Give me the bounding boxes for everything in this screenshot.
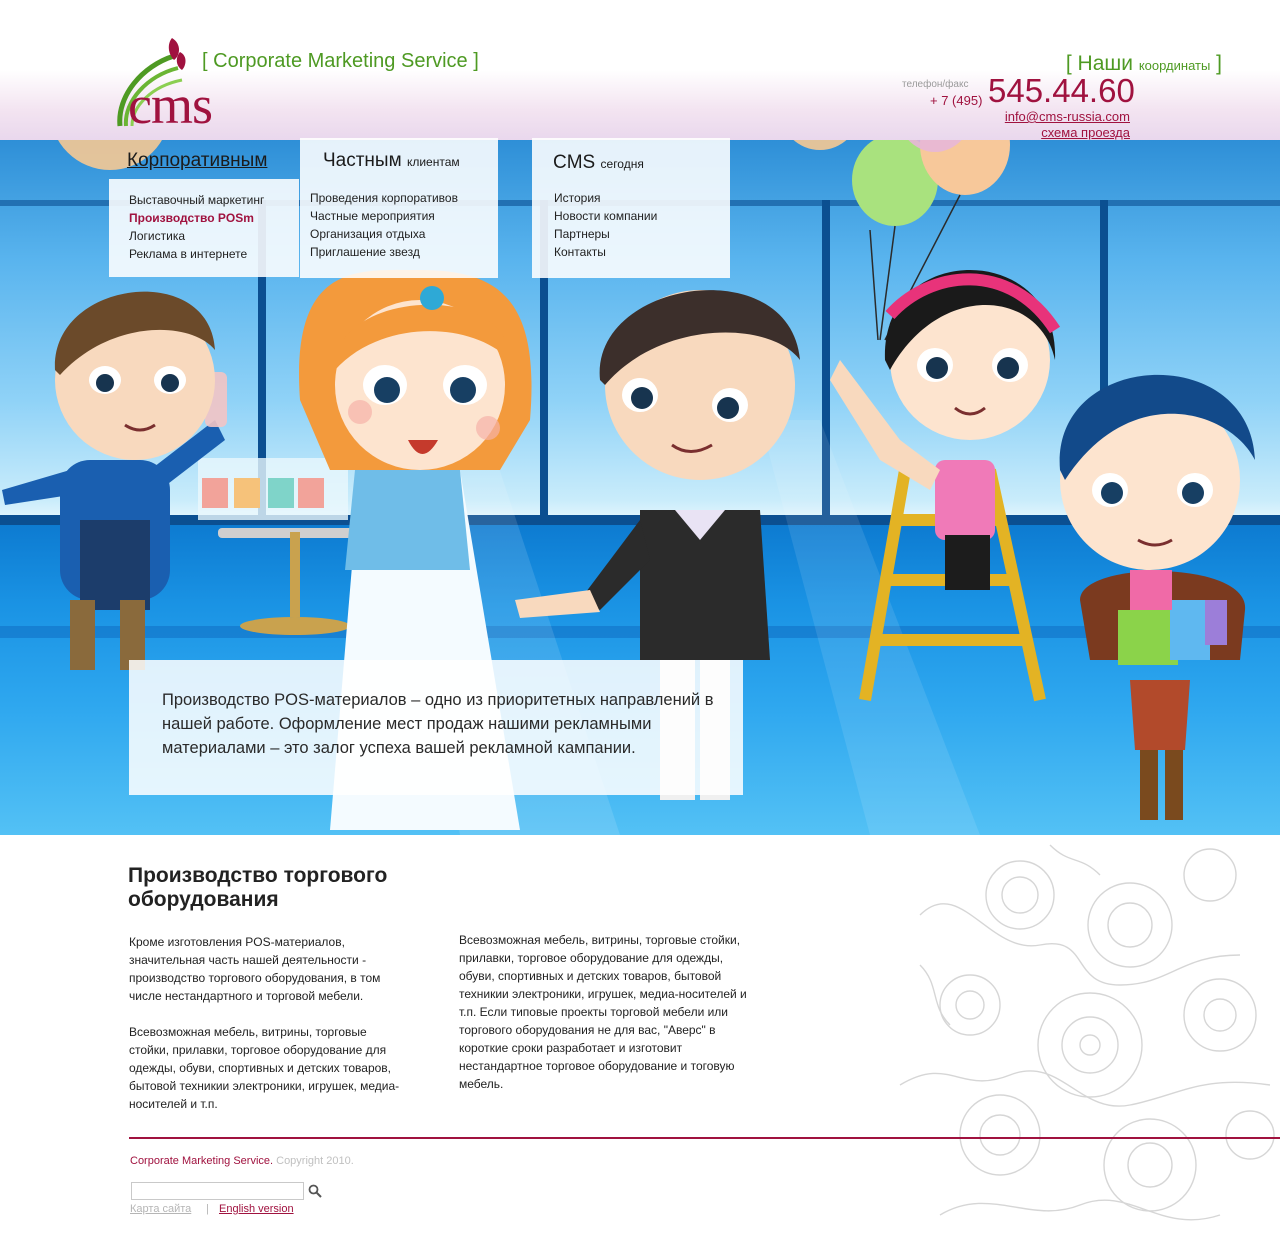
copyright-company: Corporate Marketing Service. <box>130 1155 274 1167</box>
waiter-character <box>2 291 227 670</box>
nav-item-leisure[interactable]: Организация отдыха <box>310 225 458 243</box>
content-right-column: Всевозможная мебель, витрины, торговые с… <box>459 931 749 1093</box>
content-left-column: Кроме изготовления POS-материалов, значи… <box>129 933 409 1113</box>
footer-divider <box>129 1137 1280 1139</box>
nav-cms-list: История Новости компании Партнеры Контак… <box>554 189 657 261</box>
search-input[interactable] <box>131 1182 304 1200</box>
page-title: Производство торгового оборудования <box>128 864 388 911</box>
nav-item-partners[interactable]: Партнеры <box>554 225 657 243</box>
nav-item-internet-ads[interactable]: Реклама в интернете <box>129 245 264 263</box>
tagline-text: Corporate Marketing Service <box>213 50 468 72</box>
left-paragraph-1: Кроме изготовления POS-материалов, значи… <box>129 935 381 1003</box>
nav-item-corporate-events[interactable]: Проведения корпоративов <box>310 189 458 207</box>
english-version-link[interactable]: English version <box>219 1203 294 1215</box>
right-paragraph-1: Всевозможная мебель, витрины, торговые с… <box>459 933 747 1091</box>
copyright-year: Copyright 2010. <box>276 1155 354 1167</box>
nav-item-exhibition[interactable]: Выставочный маркетинг <box>129 191 264 209</box>
nav-item-private-events[interactable]: Частные мероприятия <box>310 207 458 225</box>
nav-item-stars[interactable]: Приглашение звезд <box>310 243 458 261</box>
nav-item-posm[interactable]: Производство POSm <box>129 209 264 227</box>
nav-private-list: Проведения корпоративов Частные мероприя… <box>310 189 458 261</box>
sitemap-link[interactable]: Карта сайта <box>130 1203 191 1215</box>
hero-quote-text: Производство POS-материалов – одно из пр… <box>162 691 714 757</box>
search-icon[interactable] <box>307 1182 323 1200</box>
nav-private-title[interactable]: Частным клиентам <box>323 150 460 172</box>
footer-link-divider: | <box>206 1203 209 1215</box>
phone-label: телефон/факс <box>902 79 969 90</box>
nav-private-title-main[interactable]: Частным <box>323 150 402 171</box>
hero-quote-box: Производство POS-материалов – одно из пр… <box>129 660 743 795</box>
nav-item-news[interactable]: Новости компании <box>554 207 657 225</box>
nav-item-history[interactable]: История <box>554 189 657 207</box>
nav-cms-title-small[interactable]: сегодня <box>601 157 644 171</box>
left-paragraph-2: Всевозможная мебель, витрины, торговые с… <box>129 1025 400 1111</box>
nav-cms-title[interactable]: CMS сегодня <box>553 152 644 174</box>
phone-number: 545.44.60 <box>988 72 1135 109</box>
nav-corporate-title[interactable]: Корпоративным <box>127 150 267 172</box>
girl-with-gifts-character <box>1059 374 1255 820</box>
nav-item-contacts[interactable]: Контакты <box>554 243 657 261</box>
phone-code: + 7 (495) <box>930 93 983 108</box>
tagline: [ Corporate Marketing Service ] <box>202 50 479 72</box>
email-link[interactable]: info@cms-russia.com <box>1005 109 1130 124</box>
nav-private-title-small[interactable]: клиентам <box>407 155 460 169</box>
contacts-title-small: координаты <box>1138 58 1211 73</box>
nav-corporate-list: Выставочный маркетинг Производство POSm … <box>129 191 264 263</box>
floral-ornament <box>899 844 1275 1221</box>
logo-text[interactable]: cms <box>128 78 213 132</box>
copyright: Corporate Marketing Service. Copyright 2… <box>130 1155 354 1167</box>
nav-cms-title-main[interactable]: CMS <box>553 152 595 173</box>
nav-item-logistics[interactable]: Логистика <box>129 227 264 245</box>
directions-link[interactable]: схема проезда <box>1041 125 1130 140</box>
